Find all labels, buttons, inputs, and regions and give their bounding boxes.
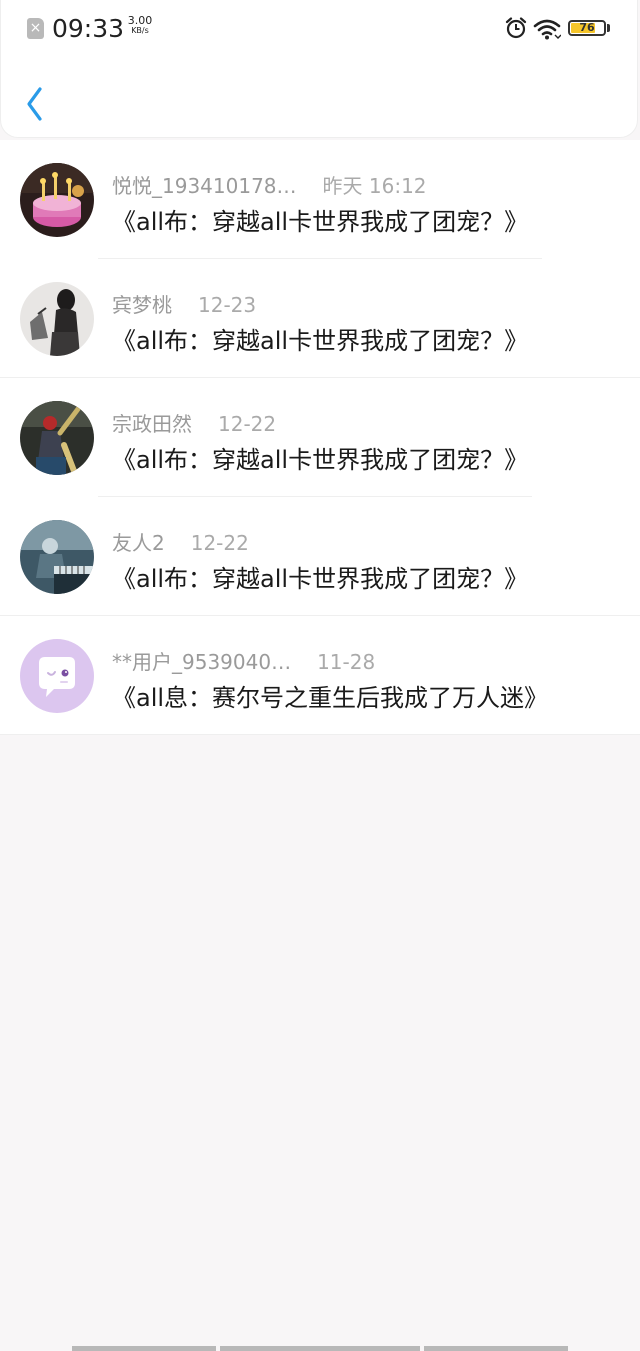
battery-percent: 76 <box>579 21 595 34</box>
divider <box>0 734 640 735</box>
bottom-bar-segment-2 <box>220 1346 420 1351</box>
back-button[interactable] <box>20 84 52 124</box>
comment-time: 12-23 <box>198 293 257 317</box>
username[interactable]: 悦悦_193410178… <box>112 174 297 198</box>
book-title[interactable]: 《all布：穿越all卡世界我成了团宠？》 <box>112 321 528 356</box>
comment-meta: **用户_9539040… 11-28 <box>112 646 376 674</box>
comment-time: 11-28 <box>317 650 376 674</box>
avatar[interactable] <box>20 282 94 356</box>
alarm-icon <box>505 17 527 39</box>
list-item[interactable]: 宗政田然 12-22 《all布：穿越all卡世界我成了团宠？》 <box>0 378 640 497</box>
username[interactable]: **用户_9539040… <box>112 650 291 674</box>
book-title[interactable]: 《all布：穿越all卡世界我成了团宠？》 <box>112 202 528 237</box>
network-speed-unit: KB/s <box>131 26 149 35</box>
comment-meta: 悦悦_193410178… 昨天 16:12 <box>112 170 427 198</box>
comment-time: 昨天 16:12 <box>322 174 427 198</box>
bottom-bar-segment-3 <box>424 1346 568 1351</box>
comment-time: 12-22 <box>190 531 249 555</box>
default-chat-avatar-icon <box>20 639 94 713</box>
battery-tip <box>607 24 610 32</box>
username[interactable]: 友人2 <box>112 531 165 555</box>
status-time: 09:33 <box>52 14 125 43</box>
cake-photo-icon <box>20 163 94 237</box>
piano-photo-icon <box>20 520 94 594</box>
book-title[interactable]: 《all布：穿越all卡世界我成了团宠？》 <box>112 440 528 475</box>
network-speed-value: 3.00 <box>127 14 153 27</box>
person-photo-icon <box>20 282 94 356</box>
comment-meta: 宾梦桃 12-23 <box>112 289 257 317</box>
avatar[interactable] <box>20 520 94 594</box>
no-sim-icon: × <box>27 18 44 39</box>
comment-meta: 宗政田然 12-22 <box>112 408 277 436</box>
avatar[interactable] <box>20 163 94 237</box>
avatar[interactable] <box>20 401 94 475</box>
list-item[interactable]: 友人2 12-22 《all布：穿越all卡世界我成了团宠？》 <box>0 497 640 616</box>
comment-list: 悦悦_193410178… 昨天 16:12 《all布：穿越all卡世界我成了团… <box>0 140 640 735</box>
list-item[interactable]: **用户_9539040… 11-28 《all息：赛尔号之重生后我成了万人迷》 <box>0 616 640 735</box>
battery-icon: 76 <box>568 20 606 36</box>
avatar[interactable] <box>20 639 94 713</box>
wifi-icon <box>533 19 561 40</box>
network-speed: 3.00 KB/s <box>123 14 157 36</box>
list-item[interactable]: 悦悦_193410178… 昨天 16:12 《all布：穿越all卡世界我成了团… <box>0 140 640 259</box>
chevron-left-icon <box>27 87 42 121</box>
username[interactable]: 宾梦桃 <box>112 293 172 317</box>
list-item[interactable]: 宾梦桃 12-23 《all布：穿越all卡世界我成了团宠？》 <box>0 259 640 378</box>
dancer-photo-icon <box>20 401 94 475</box>
bottom-bar-segment-1 <box>72 1346 216 1351</box>
comment-time: 12-22 <box>218 412 277 436</box>
status-bar: × 09:33 3.00 KB/s 76 <box>0 0 640 60</box>
book-title[interactable]: 《all布：穿越all卡世界我成了团宠？》 <box>112 559 528 594</box>
username[interactable]: 宗政田然 <box>112 412 192 436</box>
comment-meta: 友人2 12-22 <box>112 527 249 555</box>
book-title[interactable]: 《all息：赛尔号之重生后我成了万人迷》 <box>112 678 548 713</box>
